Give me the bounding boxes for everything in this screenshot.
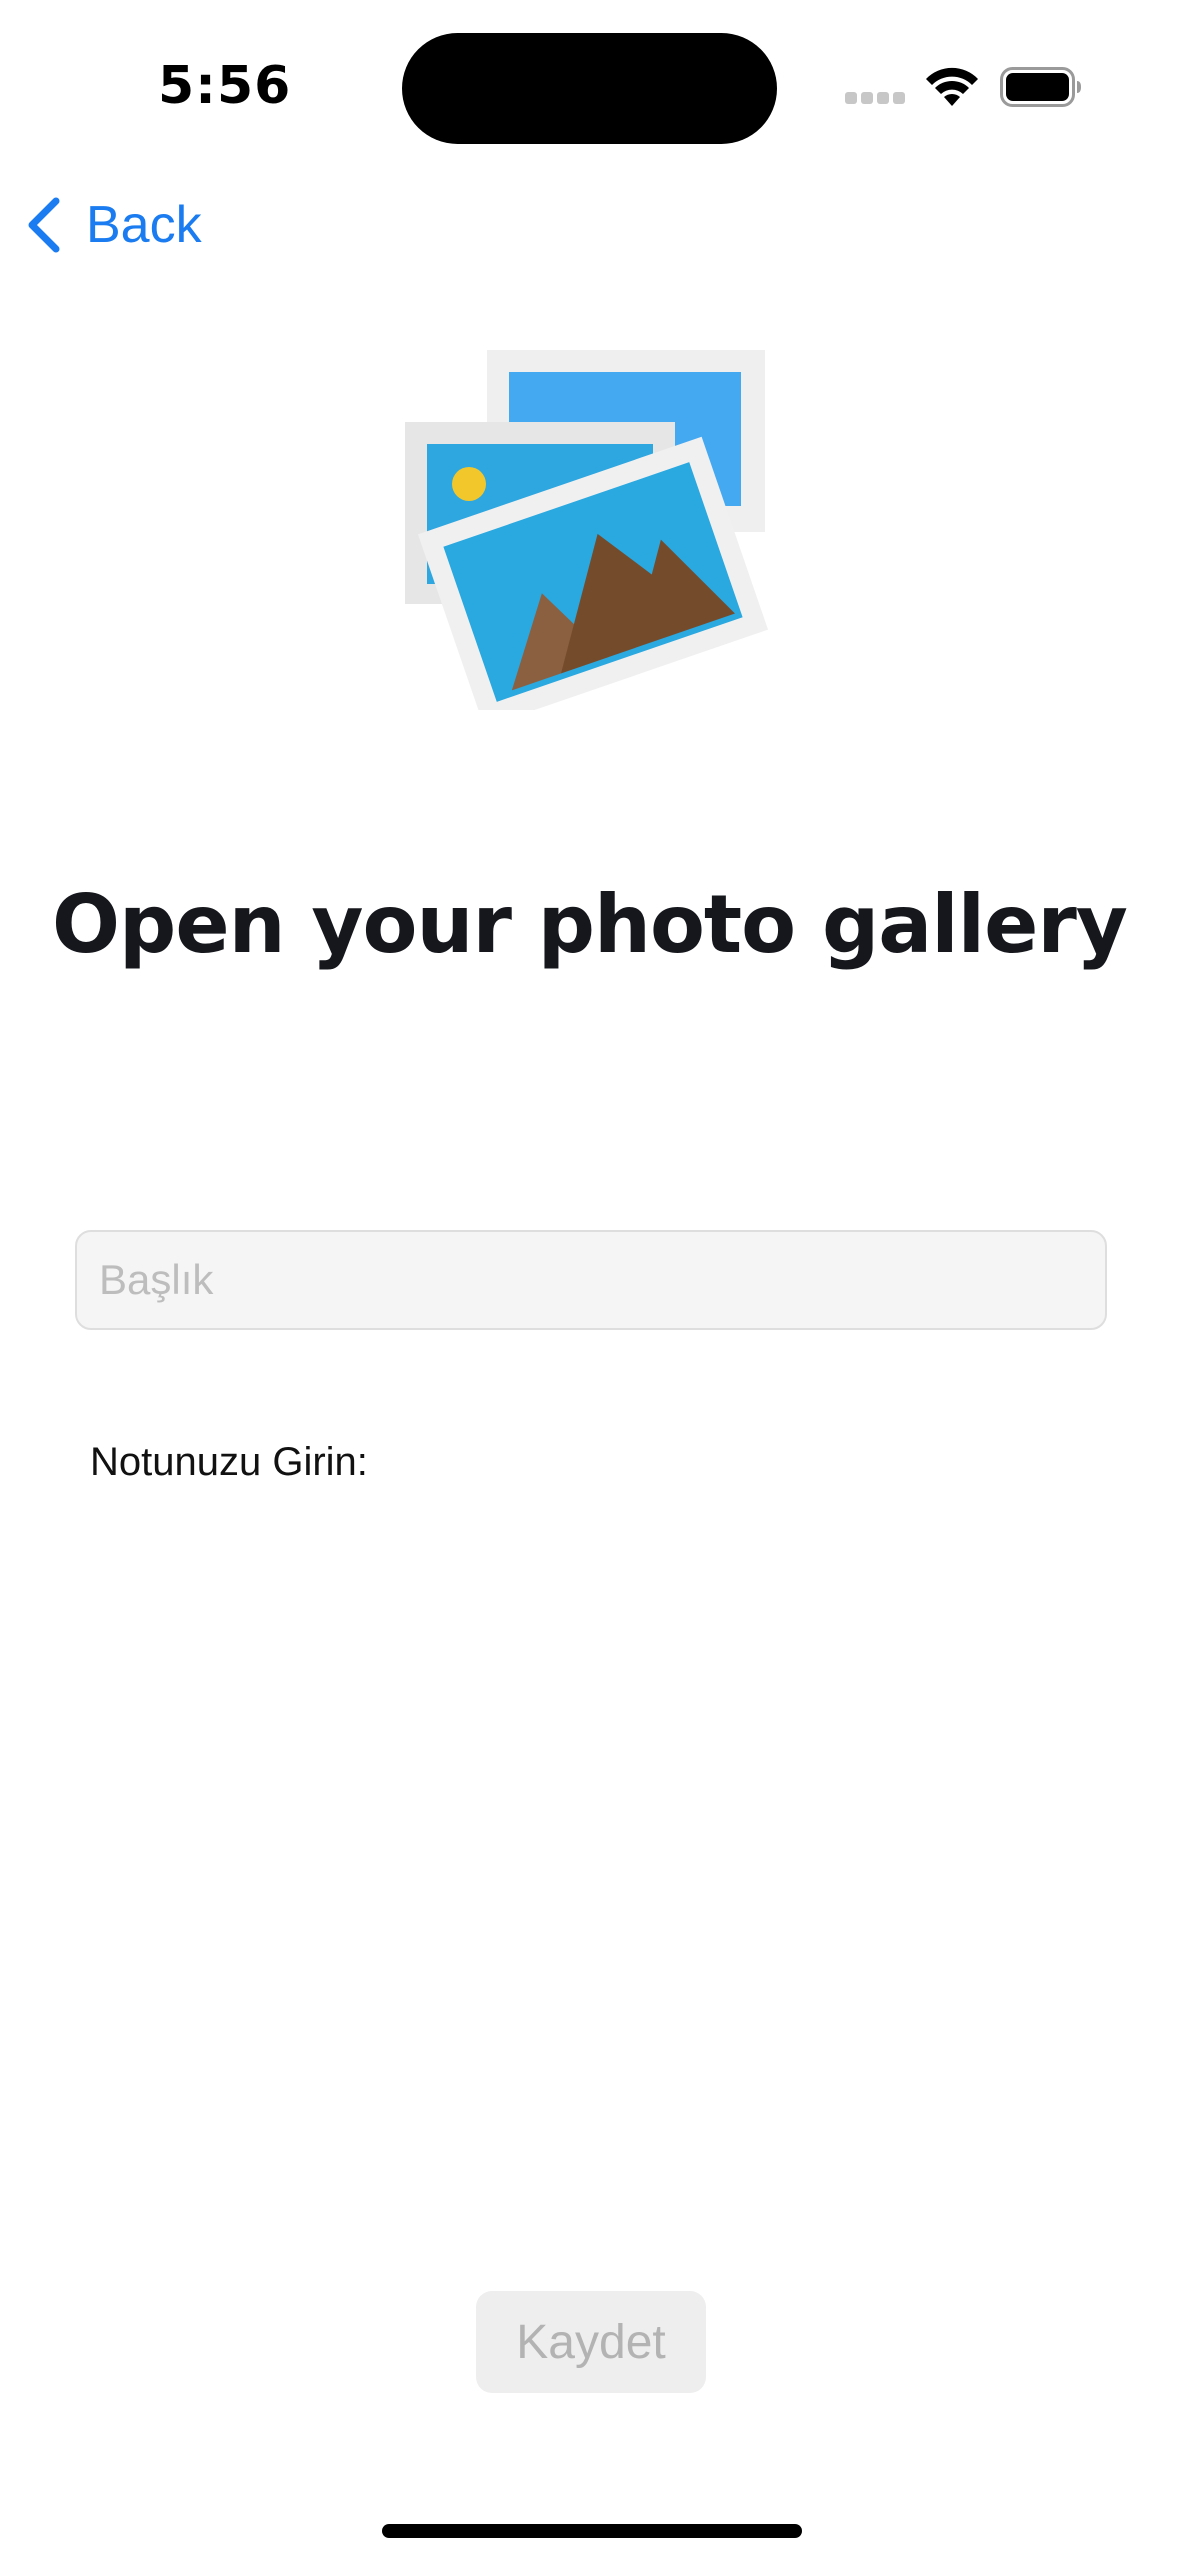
battery-icon bbox=[1000, 67, 1081, 107]
back-button[interactable]: Back bbox=[24, 190, 202, 260]
page-title: Open your photo gallery bbox=[52, 878, 1128, 971]
save-button[interactable]: Kaydet bbox=[476, 2291, 706, 2393]
dynamic-island bbox=[402, 33, 777, 144]
status-bar: 5:56 bbox=[0, 0, 1179, 160]
photo-gallery-icon[interactable] bbox=[405, 350, 775, 710]
status-time: 5:56 bbox=[158, 56, 292, 116]
note-text-area[interactable] bbox=[75, 1510, 1107, 2210]
title-input[interactable] bbox=[75, 1230, 1107, 1330]
note-label: Notunuzu Girin: bbox=[90, 1440, 368, 1484]
wifi-icon bbox=[926, 67, 978, 106]
back-label: Back bbox=[86, 196, 202, 254]
home-indicator[interactable] bbox=[382, 2524, 802, 2538]
cellular-signal-icon bbox=[845, 92, 907, 106]
chevron-left-icon bbox=[28, 197, 60, 253]
